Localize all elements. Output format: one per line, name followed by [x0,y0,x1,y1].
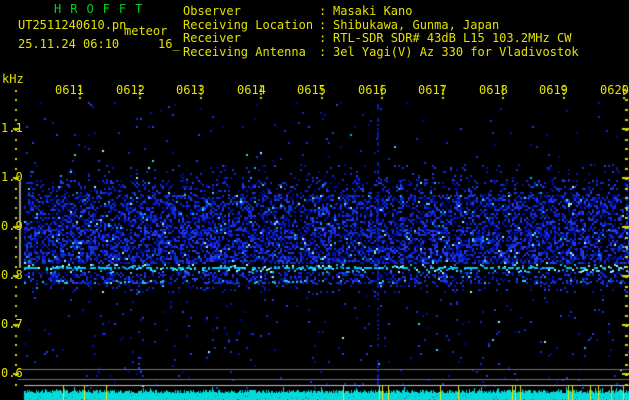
info-row-observer: Observer: Masaki Kano [183,5,412,18]
info-value: RTL-SDR SDR# 43dB L15 103.2MHz CW [333,31,572,45]
datetime: 25.11.24 06:10 [18,37,120,51]
time-tick-label: 0615 [297,83,326,97]
filename: UT2511240610.pn [18,18,127,32]
axis-unit-label: kHz [2,72,24,86]
hrofft-window: HROFFT UT2511240610.pn meteor 25.11.24 0… [0,0,629,400]
info-separator: : [319,4,327,18]
time-tick-label: 0614 [237,83,266,97]
time-tick-label: 0617 [418,83,447,97]
time-tick-label: 0613 [176,83,205,97]
info-value: 3el Yagi(V) Az 330 for Vladivostok [333,45,579,59]
info-row-receiver: Receiver: RTL-SDR SDR# 43dB L15 103.2MHz … [183,32,571,45]
counter: 16_ [158,37,180,51]
info-label: Receiver [183,31,241,45]
time-tick-label: 0620 [600,83,629,97]
time-tick-label: 0618 [479,83,508,97]
info-label: Observer [183,4,241,18]
info-value: Masaki Kano [333,4,413,18]
freq-tick-label: 0.9 [1,219,23,233]
freq-tick-label: 1.0 [1,170,23,184]
app-title: HROFFT [54,2,152,16]
info-separator: : [319,45,327,59]
freq-tick-label: 0.7 [1,317,23,331]
spectrogram-canvas [0,0,629,400]
time-tick-label: 0616 [358,83,387,97]
info-row-antenna: Receiving Antenna:3el Yagi(V) Az 330 for… [183,46,579,59]
freq-tick-label: 0.6 [1,366,23,380]
time-tick-label: 0611 [55,83,84,97]
freq-tick-label: 1.1 [1,121,23,135]
time-tick-label: 0619 [539,83,568,97]
info-label: Receiving Antenna [183,45,306,59]
time-tick-label: 0612 [116,83,145,97]
freq-tick-label: 0.8 [1,268,23,282]
info-separator: : [319,31,327,45]
